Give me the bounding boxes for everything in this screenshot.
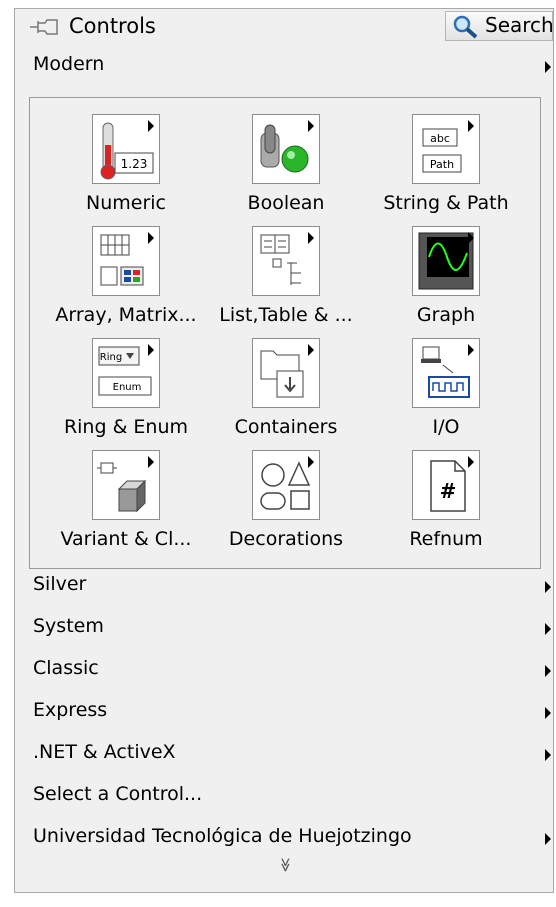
refnum-icon: # bbox=[412, 450, 480, 520]
category-label: Classic bbox=[33, 657, 99, 679]
tile-numeric[interactable]: 1.23 Numeric bbox=[41, 114, 211, 234]
containers-icon bbox=[252, 338, 320, 408]
magnifier-icon bbox=[453, 15, 478, 39]
path-icon-text: Path bbox=[430, 158, 454, 171]
modern-subpalette: 1.23 Numeric Boolean abc Path String & P… bbox=[29, 97, 541, 569]
refnum-icon-text: # bbox=[440, 479, 457, 503]
category-label: Select a Control... bbox=[33, 783, 203, 805]
enum-icon-text: Enum bbox=[113, 382, 142, 393]
submenu-arrow-icon bbox=[545, 61, 551, 73]
submenu-arrow-icon bbox=[545, 623, 551, 635]
expand-arrow-icon bbox=[148, 232, 154, 244]
tile-refnum[interactable]: # Refnum bbox=[361, 450, 531, 570]
category-system[interactable]: System bbox=[15, 611, 553, 645]
tile-label: Boolean bbox=[247, 192, 325, 214]
category-user-library[interactable]: Universidad Tecnológica de Huejotzingo bbox=[15, 821, 553, 855]
decorations-icon bbox=[252, 450, 320, 520]
category-classic[interactable]: Classic bbox=[15, 653, 553, 687]
category-silver[interactable]: Silver bbox=[15, 569, 553, 603]
tile-label: Numeric bbox=[86, 192, 166, 214]
controls-palette: Controls Search Modern 1.23 Numeric Bool… bbox=[14, 8, 554, 893]
expand-arrow-icon bbox=[308, 344, 314, 356]
expand-arrow-icon bbox=[468, 232, 474, 244]
numeric-icon: 1.23 bbox=[92, 114, 160, 184]
tile-label: Ring & Enum bbox=[63, 416, 189, 438]
tile-label: Containers bbox=[234, 416, 338, 438]
category-label: Express bbox=[33, 699, 108, 721]
category-label: .NET & ActiveX bbox=[33, 741, 176, 763]
tile-label: Decorations bbox=[228, 528, 344, 550]
show-more-chevron-icon[interactable]: ≫ bbox=[277, 855, 293, 875]
category-label: System bbox=[33, 615, 104, 637]
tile-boolean[interactable]: Boolean bbox=[201, 114, 371, 234]
palette-title: Controls bbox=[69, 14, 156, 38]
category-label: Silver bbox=[33, 573, 87, 595]
tile-list-table[interactable]: List,Table & ... bbox=[201, 226, 371, 346]
search-label: Search bbox=[485, 13, 554, 37]
submenu-arrow-icon bbox=[545, 833, 551, 845]
expand-arrow-icon bbox=[308, 120, 314, 132]
variant-class-icon bbox=[92, 450, 160, 520]
thumbtack-icon[interactable] bbox=[29, 17, 59, 37]
expand-arrow-icon bbox=[148, 120, 154, 132]
palette-titlebar: Controls Search bbox=[15, 9, 554, 45]
submenu-arrow-icon bbox=[545, 749, 551, 761]
io-icon bbox=[412, 338, 480, 408]
submenu-arrow-icon bbox=[545, 665, 551, 677]
graph-icon bbox=[412, 226, 480, 296]
tile-label: Variant & Cl... bbox=[60, 528, 192, 550]
search-button[interactable]: Search bbox=[445, 11, 554, 41]
tile-label: String & Path bbox=[383, 192, 509, 214]
category-express[interactable]: Express bbox=[15, 695, 553, 729]
category-dotnet-activex[interactable]: .NET & ActiveX bbox=[15, 737, 553, 771]
tile-label: Refnum bbox=[409, 528, 483, 550]
tile-decorations[interactable]: Decorations bbox=[201, 450, 371, 570]
tile-string-path[interactable]: abc Path String & Path bbox=[361, 114, 531, 234]
numeric-icon-text: 1.23 bbox=[121, 157, 148, 171]
tile-label: I/O bbox=[432, 416, 460, 438]
expand-arrow-icon bbox=[148, 344, 154, 356]
tile-variant-class[interactable]: Variant & Cl... bbox=[41, 450, 211, 570]
tile-label: Array, Matrix... bbox=[55, 304, 197, 326]
submenu-arrow-icon bbox=[545, 581, 551, 593]
expand-arrow-icon bbox=[148, 456, 154, 468]
tile-array-matrix[interactable]: Array, Matrix... bbox=[41, 226, 211, 346]
expand-arrow-icon bbox=[468, 120, 474, 132]
tile-containers[interactable]: Containers bbox=[201, 338, 371, 458]
list-table-icon bbox=[252, 226, 320, 296]
expand-arrow-icon bbox=[468, 456, 474, 468]
expand-arrow-icon bbox=[308, 456, 314, 468]
tile-io[interactable]: I/O bbox=[361, 338, 531, 458]
tile-label: Graph bbox=[416, 304, 476, 326]
string-icon-text: abc bbox=[430, 132, 450, 145]
ring-icon-text: Ring bbox=[100, 352, 122, 363]
category-label: Modern bbox=[33, 53, 105, 75]
boolean-icon bbox=[252, 114, 320, 184]
string-path-icon: abc Path bbox=[412, 114, 480, 184]
tile-graph[interactable]: Graph bbox=[361, 226, 531, 346]
select-a-control-item[interactable]: Select a Control... bbox=[15, 779, 553, 813]
ring-enum-icon: Ring Enum bbox=[92, 338, 160, 408]
submenu-arrow-icon bbox=[545, 707, 551, 719]
category-modern[interactable]: Modern bbox=[15, 49, 553, 83]
tile-ring-enum[interactable]: Ring Enum Ring & Enum bbox=[41, 338, 211, 458]
tile-label: List,Table & ... bbox=[219, 304, 353, 326]
array-matrix-icon bbox=[92, 226, 160, 296]
category-label: Universidad Tecnológica de Huejotzingo bbox=[33, 825, 412, 847]
expand-arrow-icon bbox=[468, 344, 474, 356]
expand-arrow-icon bbox=[308, 232, 314, 244]
